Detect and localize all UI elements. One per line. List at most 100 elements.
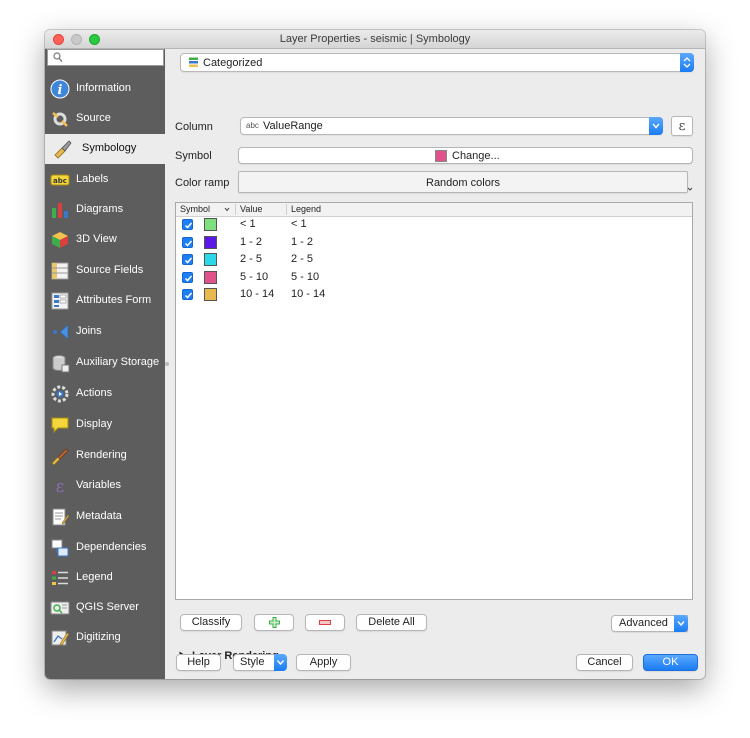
maximize-window-button[interactable]: [89, 34, 100, 45]
sidebar-item-label: Metadata: [76, 510, 122, 522]
sidebar-item-label: Actions: [76, 387, 113, 399]
sidebar-item-metadata[interactable]: Metadata: [45, 502, 165, 532]
sidebar-item-label: Information: [76, 82, 132, 94]
table-row[interactable]: 1 - 2 1 - 2: [176, 234, 692, 251]
joins-icon: [53, 324, 69, 340]
sidebar-item-qgis-server[interactable]: QGIS Server: [45, 593, 165, 623]
add-category-button[interactable]: [254, 614, 294, 631]
chevron-down-icon: [276, 660, 285, 666]
cancel-button[interactable]: Cancel: [576, 654, 633, 671]
svg-text:abc: abc: [53, 177, 67, 185]
checkbox-checked[interactable]: [182, 237, 193, 248]
sidebar-item-variables[interactable]: ε Variables: [45, 471, 165, 501]
category-color-swatch[interactable]: [204, 271, 217, 284]
column-header-symbol[interactable]: Symbol: [180, 204, 210, 214]
checkbox-checked[interactable]: [182, 289, 193, 300]
minimize-window-button[interactable]: [71, 34, 82, 45]
sidebar-item-actions[interactable]: Actions: [45, 379, 165, 409]
table-header: Symbol Value Legend: [176, 203, 692, 217]
diagrams-icon: [52, 203, 68, 218]
column-select[interactable]: abc ValueRange: [240, 117, 663, 135]
source-icon: [52, 112, 68, 127]
display-icon: [51, 417, 69, 434]
categories-table[interactable]: Symbol Value Legend < 1 < 1 1 - 2 1 - 2: [175, 202, 693, 600]
table-row[interactable]: 2 - 5 2 - 5: [176, 251, 692, 268]
sidebar-item-label: QGIS Server: [76, 601, 139, 613]
sidebar-item-display[interactable]: Display: [45, 410, 165, 440]
expression-button[interactable]: ε: [671, 116, 693, 136]
category-value: 1 - 2: [240, 236, 263, 248]
category-color-swatch[interactable]: [204, 236, 217, 249]
sidebar-item-legend[interactable]: Legend: [45, 563, 165, 593]
sidebar-item-3d-view[interactable]: 3D View: [45, 225, 165, 255]
minus-icon: [319, 620, 331, 625]
header-separator: [235, 204, 236, 215]
sidebar-item-label: Joins: [76, 325, 102, 337]
sort-chevron-icon: [224, 207, 230, 212]
sidebar-item-label: 3D View: [76, 233, 117, 245]
category-color-swatch[interactable]: [204, 218, 217, 231]
advanced-dropdown-button[interactable]: [674, 615, 688, 632]
symbology-icon: [54, 140, 72, 159]
source-fields-icon: [51, 262, 69, 280]
svg-text:i: i: [58, 83, 63, 98]
symbology-panel: Categorized Column abc ValueRange ε Symb…: [165, 49, 705, 679]
sidebar: i Information Source Symbology abc Label…: [45, 49, 165, 679]
checkbox-checked[interactable]: [182, 272, 193, 283]
sidebar-item-rendering[interactable]: Rendering: [45, 441, 165, 471]
remove-category-button[interactable]: [305, 614, 345, 631]
style-label: Style: [240, 656, 265, 668]
metadata-icon: [52, 508, 70, 526]
sidebar-item-labels[interactable]: abc Labels: [45, 165, 165, 195]
sidebar-item-digitizing[interactable]: Digitizing: [45, 623, 165, 653]
change-symbol-button[interactable]: Change...: [238, 147, 693, 164]
sidebar-item-symbology[interactable]: Symbology: [45, 134, 165, 164]
close-window-button[interactable]: [53, 34, 64, 45]
sidebar-item-label: Legend: [76, 571, 113, 583]
table-row[interactable]: < 1 < 1: [176, 216, 692, 233]
category-color-swatch[interactable]: [204, 253, 217, 266]
sidebar-search-input[interactable]: [47, 49, 164, 66]
category-legend: 1 - 2: [291, 236, 314, 248]
table-row[interactable]: 5 - 10 5 - 10: [176, 269, 692, 286]
column-header-value[interactable]: Value: [240, 204, 262, 214]
title-bar[interactable]: Layer Properties - seismic | Symbology: [45, 30, 705, 49]
actions-icon: [51, 385, 69, 403]
style-button[interactable]: Style: [233, 654, 276, 671]
sidebar-item-joins[interactable]: Joins: [45, 317, 165, 347]
sidebar-item-source[interactable]: Source: [45, 104, 165, 134]
sidebar-item-label: Diagrams: [76, 203, 124, 215]
sidebar-item-label: Attributes Form: [76, 294, 152, 306]
sidebar-item-source-fields[interactable]: Source Fields: [45, 256, 165, 286]
color-ramp-button[interactable]: Random colors: [238, 171, 688, 193]
rendering-icon: [51, 448, 69, 466]
checkbox-checked[interactable]: [182, 219, 193, 230]
column-label: Column: [175, 121, 213, 133]
help-button[interactable]: Help: [176, 654, 221, 671]
renderer-type-value: Categorized: [203, 57, 263, 69]
legend-icon: [52, 571, 68, 585]
category-value: < 1: [240, 218, 256, 230]
renderer-type-select[interactable]: Categorized: [180, 53, 694, 72]
style-dropdown-button[interactable]: [274, 654, 287, 671]
sidebar-item-label: Auxiliary Storage: [76, 356, 160, 368]
category-color-swatch[interactable]: [204, 288, 217, 301]
classify-button[interactable]: Classify: [180, 614, 242, 631]
ok-button[interactable]: OK: [643, 654, 698, 671]
sidebar-item-diagrams[interactable]: Diagrams: [45, 195, 165, 225]
color-ramp-dropdown-icon[interactable]: [687, 186, 693, 192]
checkbox-checked[interactable]: [182, 254, 193, 265]
sidebar-item-auxiliary-storage[interactable]: Auxiliary Storage: [45, 348, 165, 378]
table-row[interactable]: 10 - 14 10 - 14: [176, 286, 692, 303]
apply-button[interactable]: Apply: [296, 654, 351, 671]
column-header-legend[interactable]: Legend: [291, 204, 321, 214]
sidebar-item-dependencies[interactable]: Dependencies: [45, 533, 165, 563]
sidebar-item-label: Rendering: [76, 449, 127, 461]
svg-text:ε: ε: [56, 477, 65, 496]
sidebar-item-attributes-form[interactable]: Attributes Form: [45, 286, 165, 316]
color-ramp-label: Color ramp: [175, 177, 230, 189]
layer-properties-window: Layer Properties - seismic | Symbology i…: [45, 30, 705, 679]
expression-icon: ε: [678, 119, 686, 134]
sidebar-item-information[interactable]: i Information: [45, 74, 165, 104]
delete-all-button[interactable]: Delete All: [356, 614, 427, 631]
